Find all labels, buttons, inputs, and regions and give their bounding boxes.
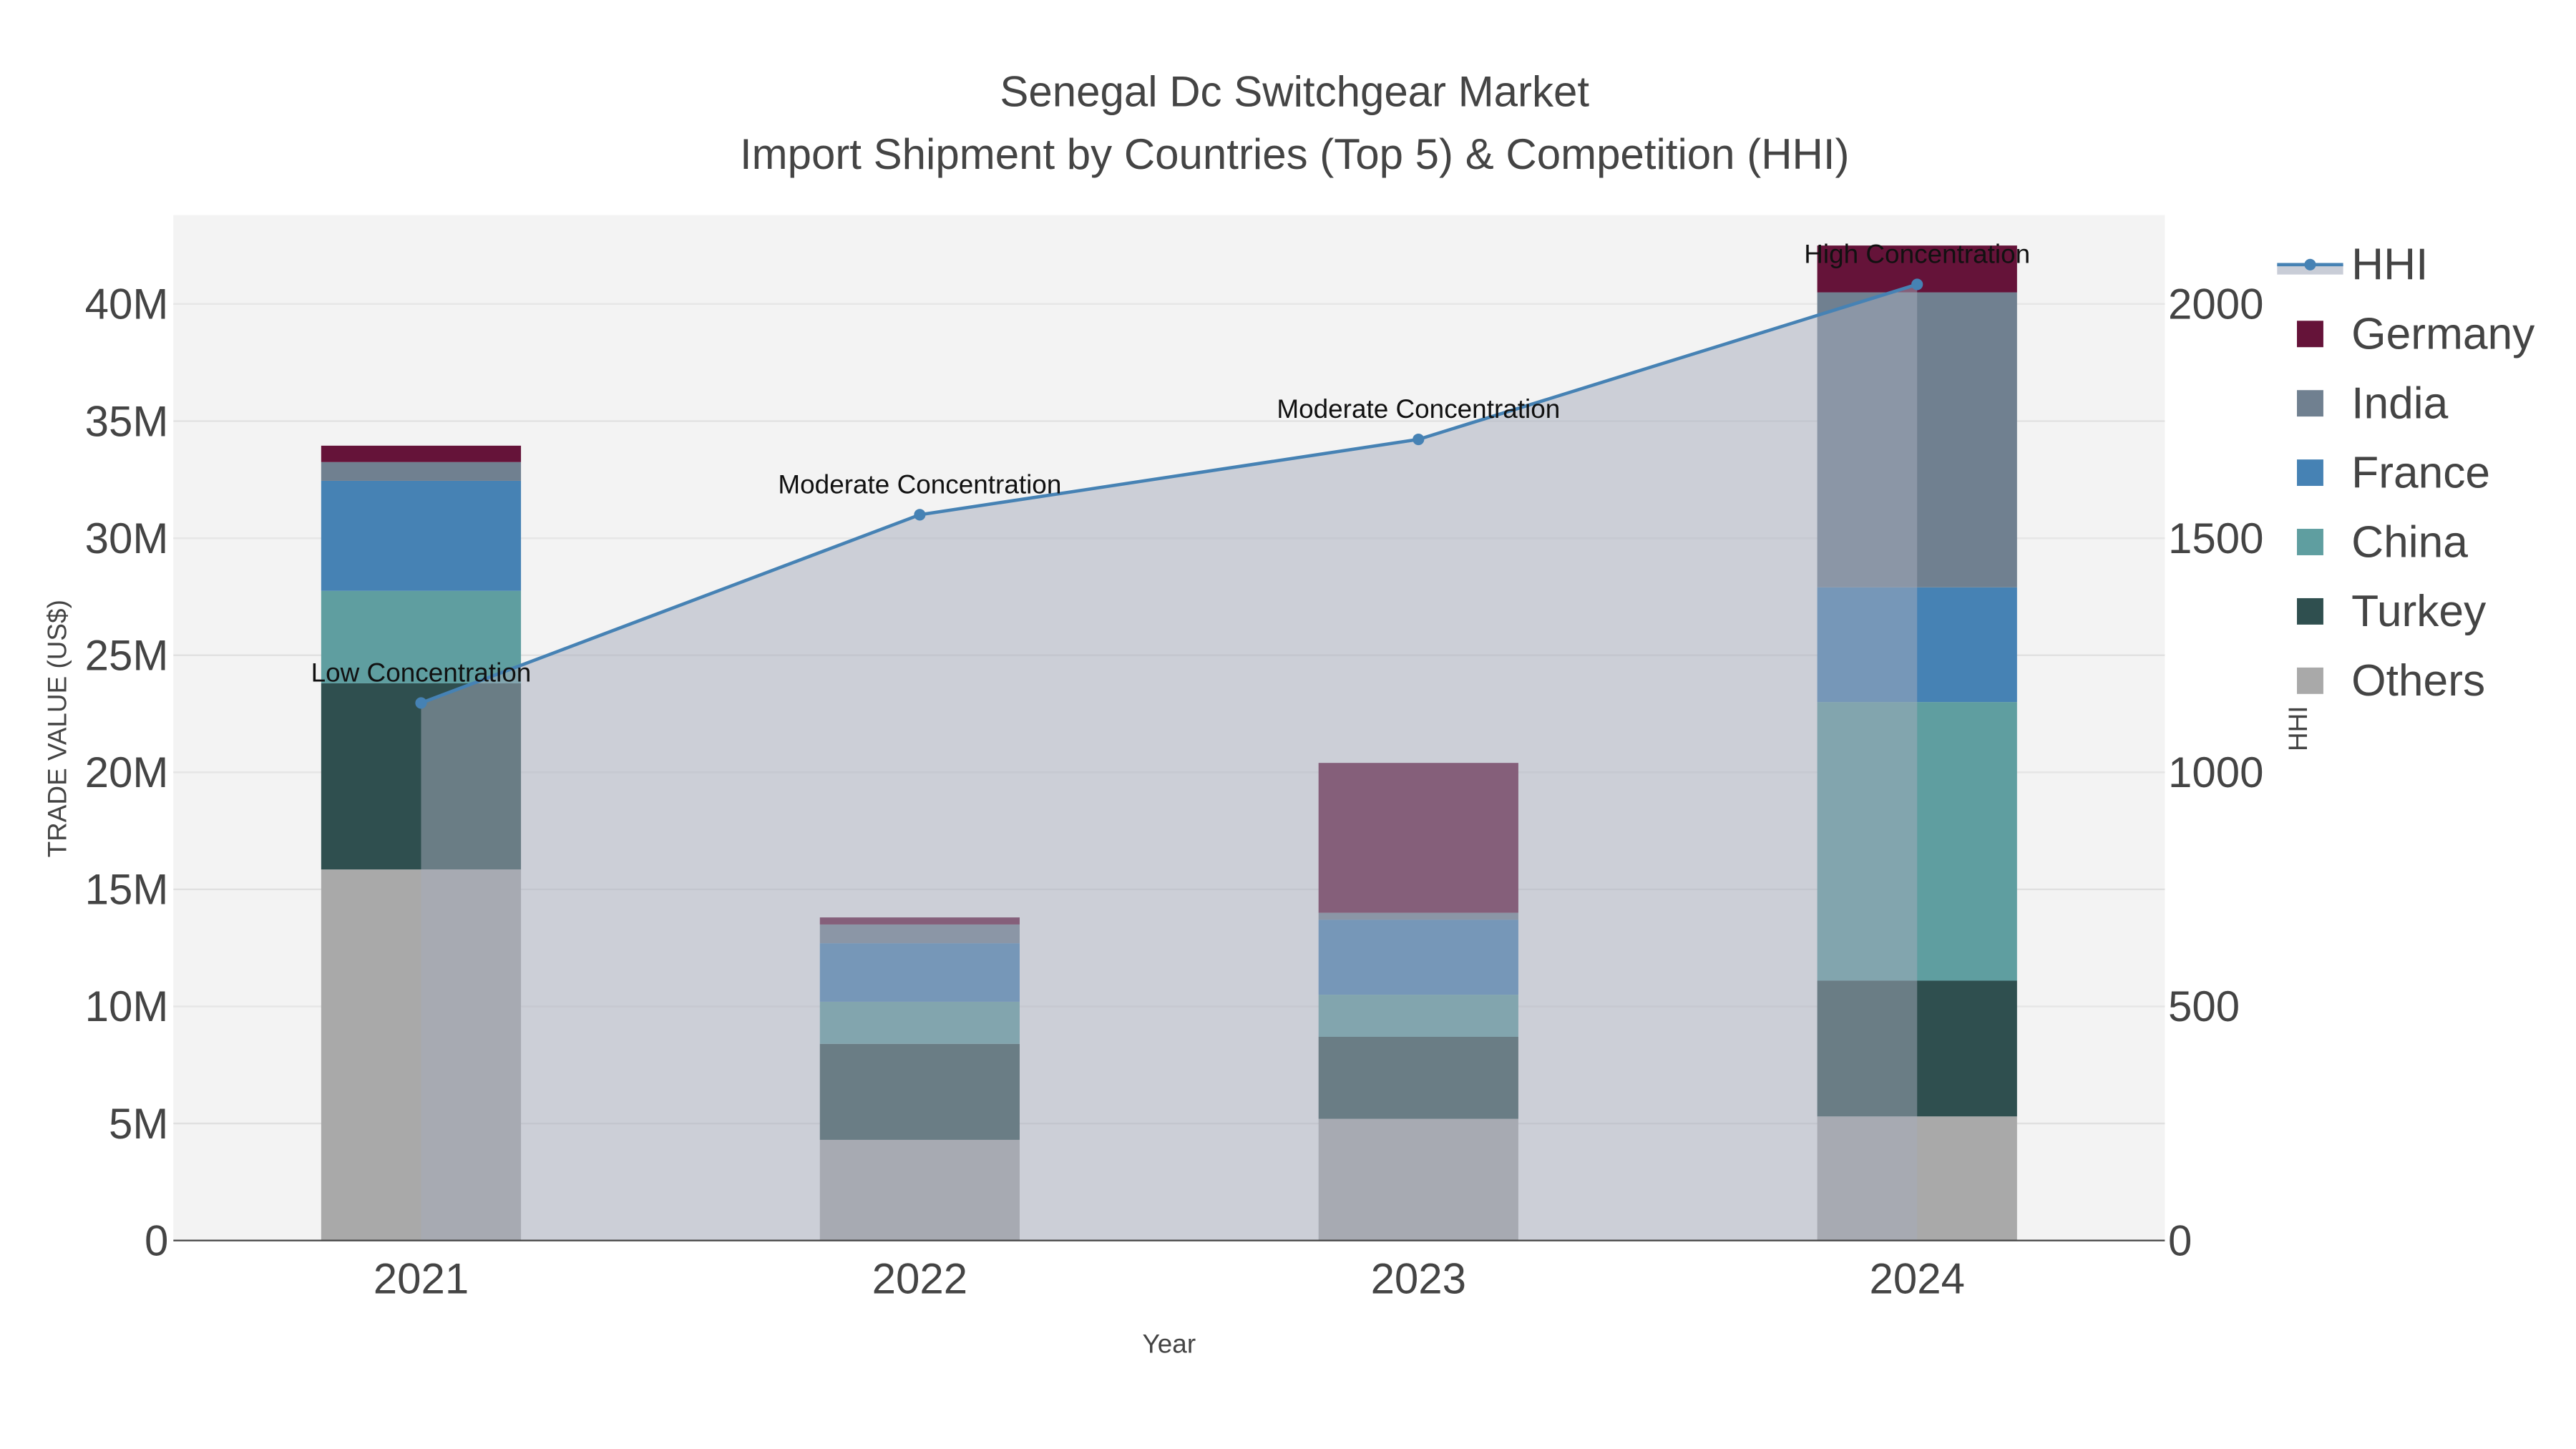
legend-swatch — [2297, 529, 2323, 555]
legend-label: China — [2351, 517, 2468, 567]
y2-tick-label: 500 — [2168, 982, 2240, 1030]
legend-swatch — [2297, 321, 2323, 348]
legend-label: India — [2351, 379, 2448, 428]
y-tick-label: 40M — [85, 280, 169, 328]
legend-item-hhi: HHI — [2277, 240, 2428, 290]
y-tick-label: 35M — [85, 397, 169, 445]
hhi-annotation: Moderate Concentration — [778, 469, 1061, 499]
legend-label: France — [2351, 448, 2490, 497]
legend-label: Turkey — [2351, 587, 2487, 636]
x-axis-label: Year — [1143, 1330, 1196, 1359]
legend-swatch-marker — [2304, 258, 2316, 270]
legend-swatch — [2297, 390, 2323, 417]
y-tick-label: 10M — [85, 982, 169, 1030]
legend-label: Others — [2351, 656, 2485, 706]
legend-item-china: China — [2297, 517, 2468, 567]
x-tick-label: 2022 — [872, 1255, 967, 1303]
hhi-annotation: Moderate Concentration — [1277, 394, 1560, 424]
y-tick-label: 25M — [85, 631, 169, 679]
legend-item-india: India — [2297, 379, 2449, 428]
y-tick-label: 30M — [85, 514, 169, 562]
legend-item-france: France — [2297, 448, 2490, 497]
y2-tick-label: 1500 — [2168, 514, 2263, 562]
legend-swatch — [2297, 667, 2323, 694]
y2-ticks: 0 500 1000 1500 2000 — [2168, 280, 2263, 1265]
y-tick-label: 5M — [109, 1100, 168, 1148]
legend-label: Germany — [2351, 309, 2535, 358]
legend-label: HHI — [2351, 240, 2428, 290]
legend-item-germany: Germany — [2297, 309, 2535, 358]
y2-axis-label: HHI — [2283, 706, 2313, 751]
legend-item-others: Others — [2297, 656, 2485, 706]
bar-germany-2021 — [321, 445, 522, 462]
bar-india-2021 — [321, 462, 522, 481]
hhi-point — [1413, 433, 1425, 446]
chart: Senegal Dc Switchgear Market Import Ship… — [42, 67, 2535, 1359]
y-tick-label: 20M — [85, 748, 169, 796]
y-ticks: 0 5M 10M 15M 20M 25M 30M 35M 40M — [85, 280, 169, 1265]
hhi-point — [914, 509, 926, 521]
y2-tick-label: 2000 — [2168, 280, 2263, 328]
chart-title: Senegal Dc Switchgear Market — [1000, 67, 1589, 115]
x-tick-label: 2021 — [374, 1255, 469, 1303]
x-tick-label: 2023 — [1371, 1255, 1466, 1303]
hhi-annotation: Low Concentration — [311, 658, 532, 687]
y-tick-label: 15M — [85, 866, 169, 914]
y2-tick-label: 1000 — [2168, 748, 2263, 796]
chart-subtitle: Import Shipment by Countries (Top 5) & C… — [740, 130, 1850, 178]
hhi-annotation: High Concentration — [1804, 239, 2030, 268]
x-ticks: 2021 2022 2023 2024 — [374, 1255, 1965, 1303]
y-tick-label: 0 — [145, 1216, 168, 1264]
legend-swatch — [2297, 597, 2323, 625]
hhi-point — [415, 697, 427, 709]
y-axis-label: TRADE VALUE (US$) — [42, 600, 72, 857]
hhi-point — [1911, 278, 1923, 291]
y2-tick-label: 0 — [2168, 1216, 2192, 1264]
bar-france-2021 — [321, 480, 522, 591]
legend: HHI Germany India France China Turkey Others — [2277, 240, 2535, 706]
legend-item-turkey: Turkey — [2297, 587, 2487, 636]
x-tick-label: 2024 — [1869, 1255, 1964, 1303]
legend-swatch — [2297, 459, 2323, 487]
